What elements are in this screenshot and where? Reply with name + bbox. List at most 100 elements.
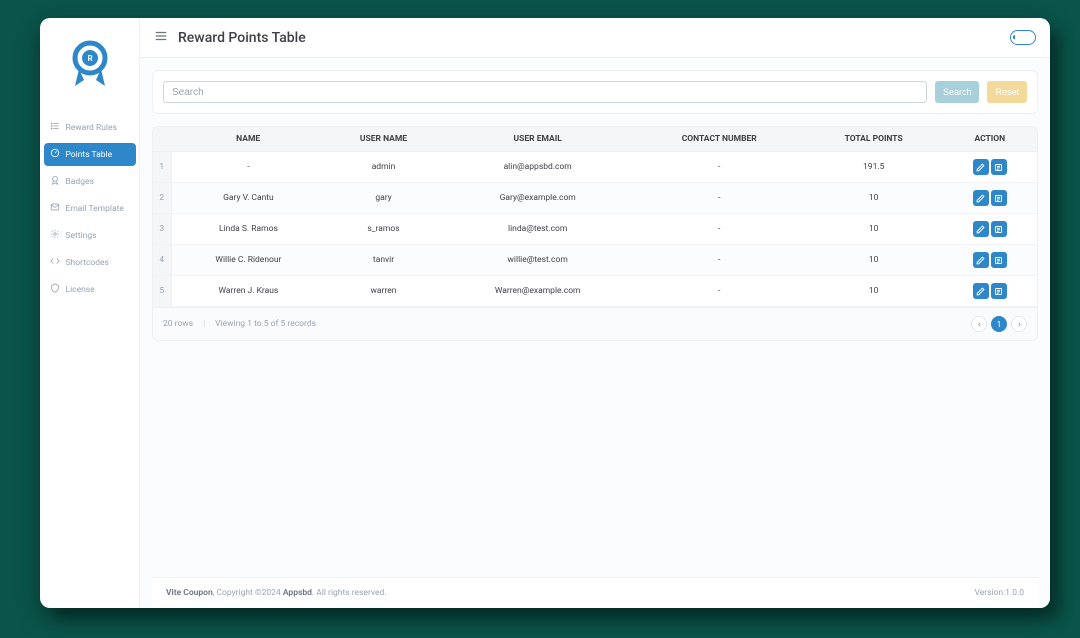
sidebar-item-reward-rules[interactable]: Reward Rules [44, 116, 136, 139]
cell-contact: - [634, 183, 805, 214]
cell-actions [943, 214, 1037, 245]
sidebar-item-badges[interactable]: Badges [44, 170, 136, 193]
gauge-icon [50, 148, 60, 161]
cell-points: 10 [805, 183, 943, 214]
edit-button[interactable] [973, 159, 989, 175]
column-header: USER NAME [325, 127, 441, 152]
cell-points: 10 [805, 245, 943, 276]
pager-prev[interactable] [971, 316, 987, 332]
sidebar-item-label: Shortcodes [66, 258, 109, 268]
table-row: 1-adminalin@appsbd.com-191.5 [153, 152, 1037, 183]
sidebar-item-license[interactable]: License [44, 278, 136, 301]
column-header: CONTACT NUMBER [634, 127, 805, 152]
sidebar-item-email-template[interactable]: Email Template [44, 197, 136, 220]
pager-page-1[interactable]: 1 [991, 316, 1007, 332]
points-table: NAMEUSER NAMEUSER EMAILCONTACT NUMBERTOT… [152, 126, 1038, 341]
footer-product: Vite Coupon [166, 588, 213, 598]
cell-points: 191.5 [805, 152, 943, 183]
search-card: Search Reset [152, 70, 1038, 114]
cell-user_email: linda@test.com [442, 214, 634, 245]
view-button[interactable] [991, 283, 1007, 299]
edit-button[interactable] [973, 221, 989, 237]
sidebar: R Reward Rules Points Table Badges Email Te… [40, 18, 140, 608]
row-number: 4 [153, 245, 171, 276]
cell-user_name: s_ramos [325, 214, 441, 245]
cell-user_name: gary [325, 183, 441, 214]
cell-user_email: Gary@example.com [442, 183, 634, 214]
cell-user_email: Warren@example.com [442, 276, 634, 307]
edit-button[interactable] [973, 190, 989, 206]
search-input[interactable] [163, 81, 927, 103]
sidebar-item-label: Settings [66, 231, 97, 241]
cell-name: - [171, 152, 325, 183]
cell-actions [943, 152, 1037, 183]
gear-icon [50, 229, 60, 242]
rows-label: 20 rows [163, 319, 193, 329]
view-button[interactable] [991, 159, 1007, 175]
cell-actions [943, 276, 1037, 307]
row-number: 5 [153, 276, 171, 307]
table-row: 5Warren J. KrauswarrenWarren@example.com… [153, 276, 1037, 307]
search-button[interactable]: Search [935, 81, 980, 103]
cell-name: Willie C. Ridenour [171, 245, 325, 276]
column-header: ACTION [943, 127, 1037, 152]
edit-button[interactable] [973, 252, 989, 268]
view-button[interactable] [991, 190, 1007, 206]
row-number: 1 [153, 152, 171, 183]
row-number: 2 [153, 183, 171, 214]
view-button[interactable] [991, 221, 1007, 237]
table-footer: 20 rows | Viewing 1 to 5 of 5 records 1 [153, 307, 1037, 340]
cell-contact: - [634, 245, 805, 276]
svg-text:R: R [87, 54, 92, 63]
shield-icon [50, 283, 60, 296]
sidebar-item-shortcodes[interactable]: Shortcodes [44, 251, 136, 274]
cell-points: 10 [805, 214, 943, 245]
content: Search Reset NAMEUSER NAMEUSER EMAILCONT… [140, 58, 1050, 608]
column-header: NAME [171, 127, 325, 152]
row-number: 3 [153, 214, 171, 245]
cell-actions [943, 245, 1037, 276]
main: Reward Points Table Search Reset NAMEUSE… [140, 18, 1050, 608]
code-icon [50, 256, 60, 269]
cell-points: 10 [805, 276, 943, 307]
column-header: TOTAL POINTS [805, 127, 943, 152]
cell-name: Linda S. Ramos [171, 214, 325, 245]
cell-contact: - [634, 214, 805, 245]
column-rownum [153, 127, 171, 152]
sidebar-item-label: Email Template [66, 204, 124, 214]
sidebar-item-label: Points Table [66, 150, 113, 160]
pager: 1 [971, 316, 1027, 332]
edit-button[interactable] [973, 283, 989, 299]
cell-contact: - [634, 276, 805, 307]
sidebar-item-label: Reward Rules [66, 123, 117, 133]
pager-next[interactable] [1011, 316, 1027, 332]
logo: R [66, 36, 114, 96]
footer-version: Version:1.0.0 [975, 588, 1025, 598]
sidebar-item-settings[interactable]: Settings [44, 224, 136, 247]
column-header: USER EMAIL [442, 127, 634, 152]
badge-icon [50, 175, 60, 188]
cell-user_name: tanvir [325, 245, 441, 276]
cell-user_name: admin [325, 152, 441, 183]
cell-name: Gary V. Cantu [171, 183, 325, 214]
cell-name: Warren J. Kraus [171, 276, 325, 307]
hamburger-icon[interactable] [154, 28, 168, 47]
reset-button[interactable]: Reset [987, 81, 1027, 103]
cell-user_email: willie@test.com [442, 245, 634, 276]
cell-actions [943, 183, 1037, 214]
page-title: Reward Points Table [178, 30, 306, 46]
table-row: 3Linda S. Ramoss_ramoslinda@test.com-10 [153, 214, 1037, 245]
list-icon [50, 121, 60, 134]
sidebar-item-points-table[interactable]: Points Table [44, 143, 136, 166]
app-footer: Vite Coupon, Copyright ©2024 Appsbd. All… [152, 577, 1038, 608]
mail-icon [50, 202, 60, 215]
sidebar-item-label: Badges [66, 177, 94, 187]
cell-user_name: warren [325, 276, 441, 307]
viewing-label: Viewing 1 to 5 of 5 records [215, 319, 316, 329]
table-row: 4Willie C. Ridenourtanvirwillie@test.com… [153, 245, 1037, 276]
theme-toggle[interactable] [1010, 30, 1036, 45]
view-button[interactable] [991, 252, 1007, 268]
footer-company: Appsbd [283, 588, 312, 598]
sidebar-item-label: License [66, 285, 95, 295]
nav: Reward Rules Points Table Badges Email Temp… [44, 116, 136, 301]
